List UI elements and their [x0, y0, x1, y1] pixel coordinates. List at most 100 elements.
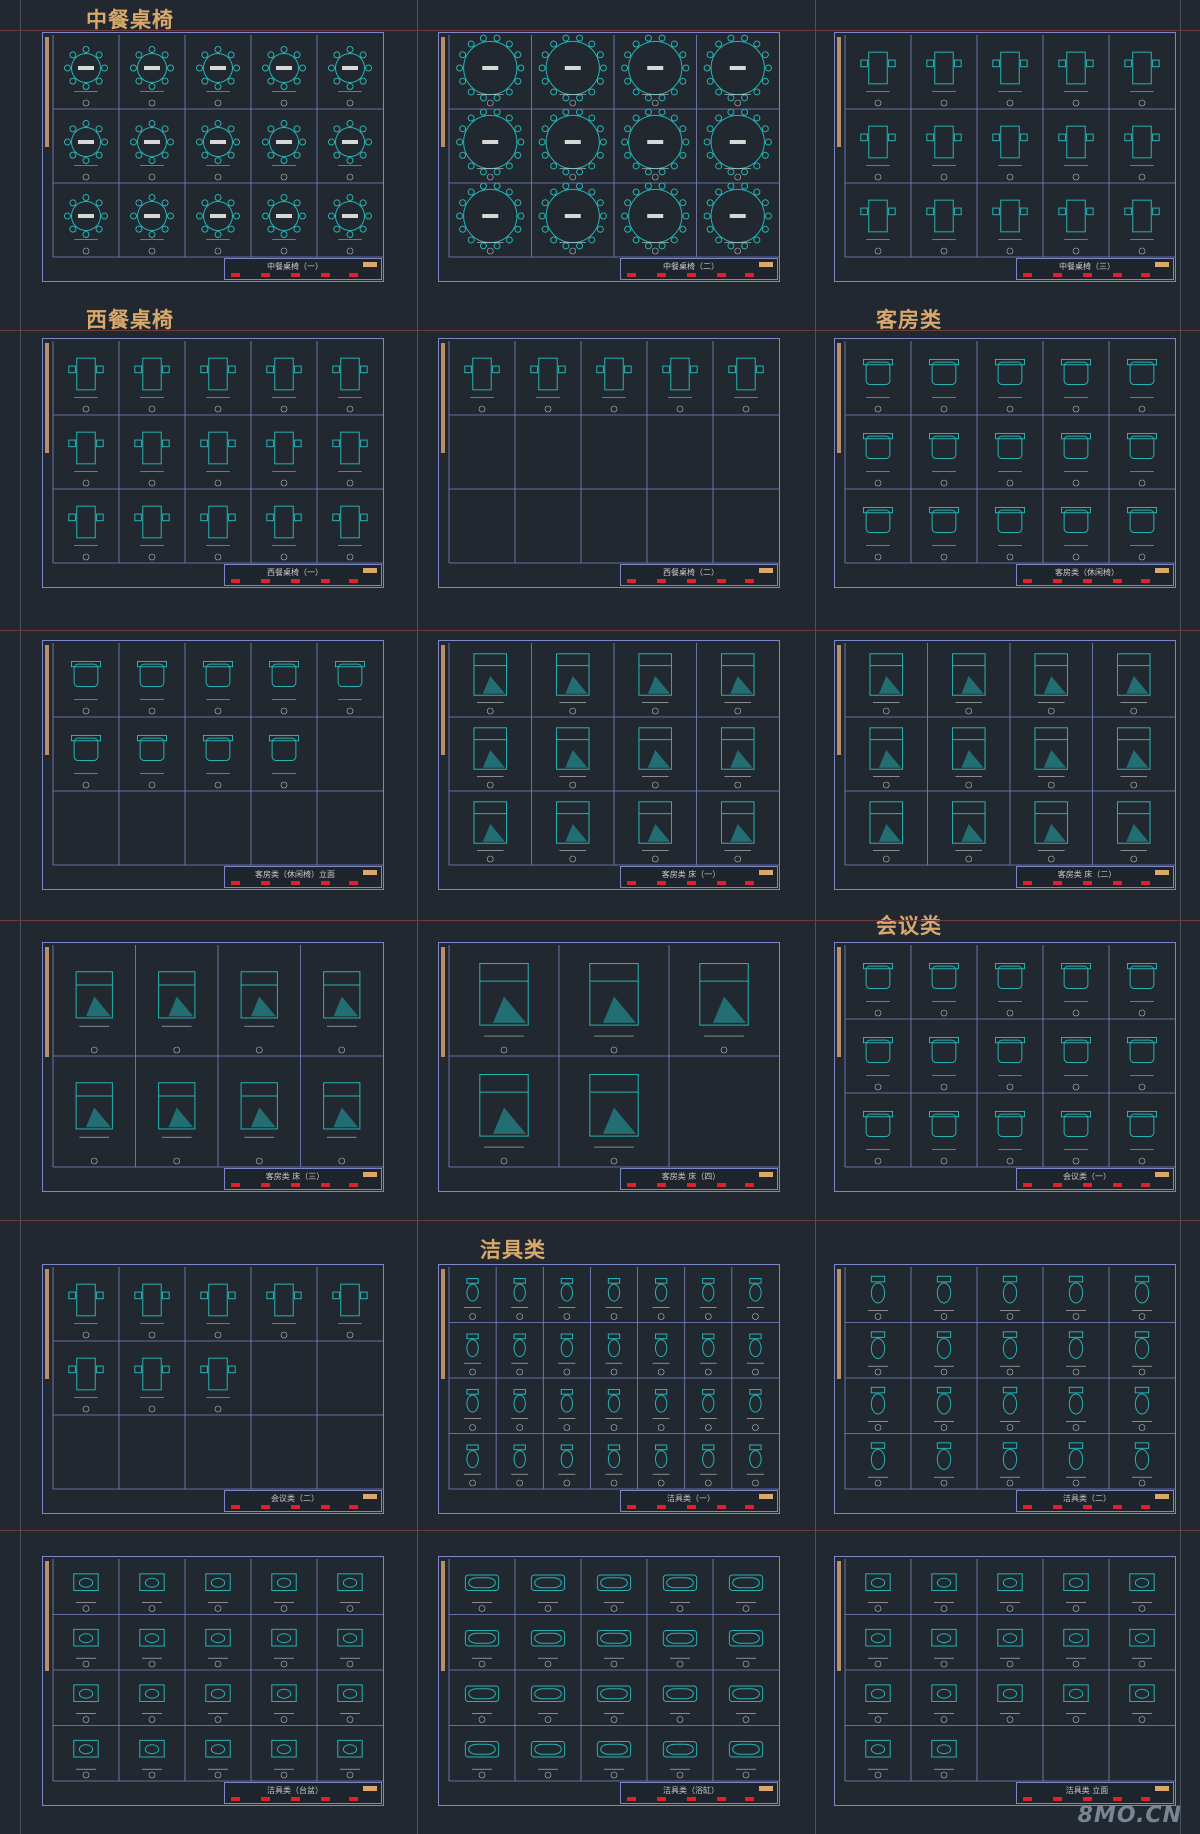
sheet-title-block: 西餐桌椅（一）	[224, 564, 382, 586]
sheet-title-block: 中餐桌椅（一）	[224, 258, 382, 280]
cad-block-symbol	[511, 1333, 529, 1376]
cad-block-symbol	[1000, 1331, 1020, 1376]
drawing-sheet[interactable]: 客房类 床（二）	[834, 640, 1176, 890]
cad-block-symbol	[202, 660, 234, 715]
cad-block-symbol	[323, 971, 361, 1054]
title-block-red-mark	[657, 273, 666, 277]
title-block-red-mark	[291, 1183, 300, 1187]
cad-block-symbol	[862, 358, 894, 413]
cad-block-symbol	[1116, 653, 1151, 715]
cad-block-symbol	[337, 1573, 363, 1612]
cad-block-symbol	[136, 734, 168, 789]
title-block-red-mark	[321, 881, 330, 885]
title-block-red-mark	[627, 881, 636, 885]
drawing-sheet[interactable]: 客房类 床（三）	[42, 942, 384, 1192]
sheet-title-block: 洁具类 立面	[1016, 1782, 1174, 1804]
cad-block-symbol	[538, 182, 607, 255]
cad-block-symbol	[869, 801, 904, 863]
cad-block-symbol	[596, 357, 632, 413]
title-block-red-mark	[745, 1505, 754, 1509]
drawing-sheet[interactable]: 会议类（一）	[834, 942, 1176, 1192]
cad-block-symbol	[1060, 1036, 1092, 1091]
cad-block-symbol	[327, 119, 373, 181]
title-block-code-mark	[1155, 1494, 1169, 1499]
cad-block-symbol	[558, 1333, 576, 1376]
title-block-red-mark	[687, 1797, 696, 1801]
drawing-sheet[interactable]: 中餐桌椅（一）	[42, 32, 384, 282]
title-block-red-mark	[717, 273, 726, 277]
drawing-sheet[interactable]: 西餐桌椅（一）	[42, 338, 384, 588]
title-block-red-mark	[687, 1505, 696, 1509]
cad-block-symbol	[1063, 1628, 1089, 1668]
sheet-title-block: 会议类（一）	[1016, 1168, 1174, 1190]
cad-block-symbol	[1000, 1442, 1020, 1487]
cad-block-symbol	[934, 1331, 954, 1376]
drawing-sheet[interactable]: 洁具类（浴缸）	[438, 1556, 780, 1806]
cad-block-symbol	[555, 727, 590, 789]
cad-block-symbol	[865, 1684, 891, 1723]
title-block-red-mark	[1023, 273, 1032, 277]
cad-block-symbol	[994, 1036, 1026, 1091]
drawing-sheet[interactable]: 客房类（休闲椅）	[834, 338, 1176, 588]
cad-block-symbol	[538, 108, 607, 181]
title-block-red-mark	[321, 579, 330, 583]
cad-block-symbol	[931, 1684, 957, 1723]
cad-block-symbol	[931, 1573, 957, 1612]
title-block-red-mark	[657, 579, 666, 583]
title-block-red-mark	[687, 1183, 696, 1187]
cad-block-symbol	[68, 1283, 104, 1339]
cad-block-symbol	[464, 1740, 500, 1779]
cad-block-symbol	[605, 1277, 623, 1320]
title-block-red-mark	[717, 881, 726, 885]
sheet-grid	[52, 35, 383, 258]
title-block-red-mark	[1113, 1505, 1122, 1509]
title-block-red-mark	[627, 1797, 636, 1801]
cad-block-symbol	[555, 653, 590, 715]
sheet-title-block: 西餐桌椅（二）	[620, 564, 778, 586]
cad-block-symbol	[1034, 801, 1069, 863]
title-block-red-mark	[291, 273, 300, 277]
cad-block-symbol	[1132, 1442, 1152, 1487]
drawing-sheet[interactable]: 中餐桌椅（三）	[834, 32, 1176, 282]
drawing-sheet[interactable]: 客房类 床（一）	[438, 640, 780, 890]
cad-block-symbol	[327, 193, 373, 255]
drawing-sheet[interactable]: 客房类 床（四）	[438, 942, 780, 1192]
title-block-red-mark	[1053, 1183, 1062, 1187]
title-block-code-mark	[363, 1786, 377, 1791]
title-block-red-mark	[657, 1797, 666, 1801]
drawing-sheet[interactable]: 洁具类（二）	[834, 1264, 1176, 1514]
cad-block-symbol	[1126, 432, 1158, 487]
drawing-sheet[interactable]: 会议类（二）	[42, 1264, 384, 1514]
cad-block-symbol	[1129, 1573, 1155, 1612]
cad-block-symbol	[323, 1082, 361, 1165]
cad-block-symbol	[931, 1739, 957, 1779]
cad-block-symbol	[928, 432, 960, 487]
cad-block-symbol	[70, 660, 102, 715]
cad-block-symbol	[638, 727, 673, 789]
cad-block-symbol	[1124, 51, 1160, 107]
title-block-red-mark	[1083, 1183, 1092, 1187]
cad-block-symbol	[928, 506, 960, 561]
cad-block-symbol	[1000, 1386, 1020, 1431]
drawing-sheet[interactable]: 中餐桌椅（二）	[438, 32, 780, 282]
cad-block-symbol	[860, 51, 896, 107]
sheet-title-label: 客房类 床（一）	[661, 870, 721, 879]
title-block-red-mark	[1141, 1797, 1150, 1801]
cad-block-symbol	[1126, 1036, 1158, 1091]
drawing-sheet[interactable]: 洁具类 立面	[834, 1556, 1176, 1806]
drawing-sheet[interactable]: 客房类（休闲椅）立面	[42, 640, 384, 890]
title-block-red-mark	[1141, 1183, 1150, 1187]
title-block-red-mark	[261, 1505, 270, 1509]
cad-block-symbol	[337, 1684, 363, 1723]
drawing-sheet[interactable]: 洁具类（台盆）	[42, 1556, 384, 1806]
drawing-sheet[interactable]: 西餐桌椅（二）	[438, 338, 780, 588]
cad-block-symbol	[473, 727, 508, 789]
cad-block-symbol	[1132, 1275, 1152, 1320]
cad-block-symbol	[860, 125, 896, 181]
drawing-sheet[interactable]: 洁具类（一）	[438, 1264, 780, 1514]
title-block-code-mark	[1155, 568, 1169, 573]
cad-block-symbol	[746, 1277, 764, 1320]
title-block-red-mark	[745, 273, 754, 277]
section-title-meeting: 会议类	[876, 914, 942, 938]
title-block-red-mark	[745, 881, 754, 885]
